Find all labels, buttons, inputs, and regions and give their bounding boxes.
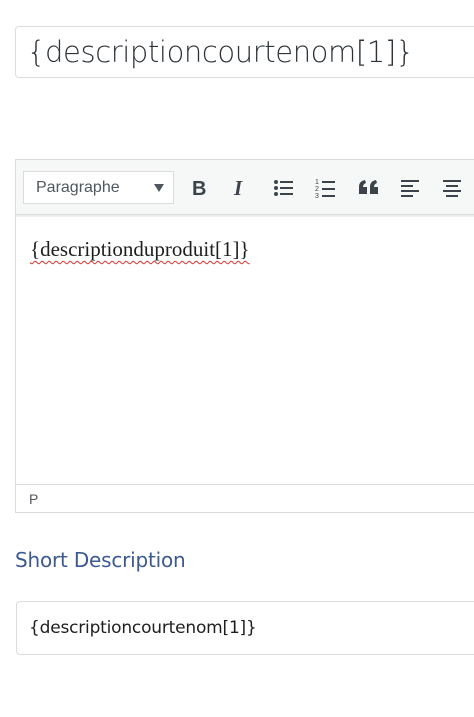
chevron-down-icon (154, 184, 164, 192)
svg-text:I: I (233, 178, 243, 198)
blockquote-icon (359, 180, 378, 194)
bullet-list-button[interactable] (267, 171, 301, 205)
paragraph-format-select[interactable]: Paragraphe (23, 171, 174, 204)
short-description-heading: Short Description (15, 548, 186, 572)
element-path[interactable]: P (29, 491, 38, 507)
editor-toolbar: Paragraphe B I 1 2 3 (16, 160, 474, 217)
bold-button[interactable]: B (182, 171, 216, 205)
align-center-icon (443, 180, 461, 197)
bullet-list-icon (274, 180, 293, 196)
editor-statusbar: P (16, 484, 474, 512)
editor-content-text: {descriptionduproduit[1]} (30, 237, 250, 261)
bold-icon: B (192, 178, 206, 198)
numbered-list-button[interactable]: 1 2 3 (309, 171, 343, 205)
numbered-list-icon: 1 2 3 (315, 179, 335, 199)
format-select-value: Paragraphe (36, 178, 120, 196)
svg-text:2: 2 (315, 186, 319, 193)
svg-text:1: 1 (315, 179, 319, 186)
align-center-button[interactable] (436, 171, 470, 205)
italic-button[interactable]: I (223, 171, 257, 205)
editor-content[interactable]: {descriptionduproduit[1]} (16, 215, 474, 461)
blockquote-button[interactable] (352, 171, 386, 205)
align-left-button[interactable] (394, 171, 428, 205)
italic-icon: I (233, 178, 243, 198)
short-description-input[interactable]: {descriptioncourtenom[1]} (16, 601, 474, 655)
svg-text:3: 3 (315, 193, 319, 199)
wysiwyg-editor: Paragraphe B I 1 2 3 {descriptionduprodu… (15, 159, 474, 513)
align-left-icon (401, 180, 419, 197)
title-input[interactable]: {descriptioncourtenom[1]} (15, 26, 474, 78)
svg-text:B: B (192, 178, 206, 198)
